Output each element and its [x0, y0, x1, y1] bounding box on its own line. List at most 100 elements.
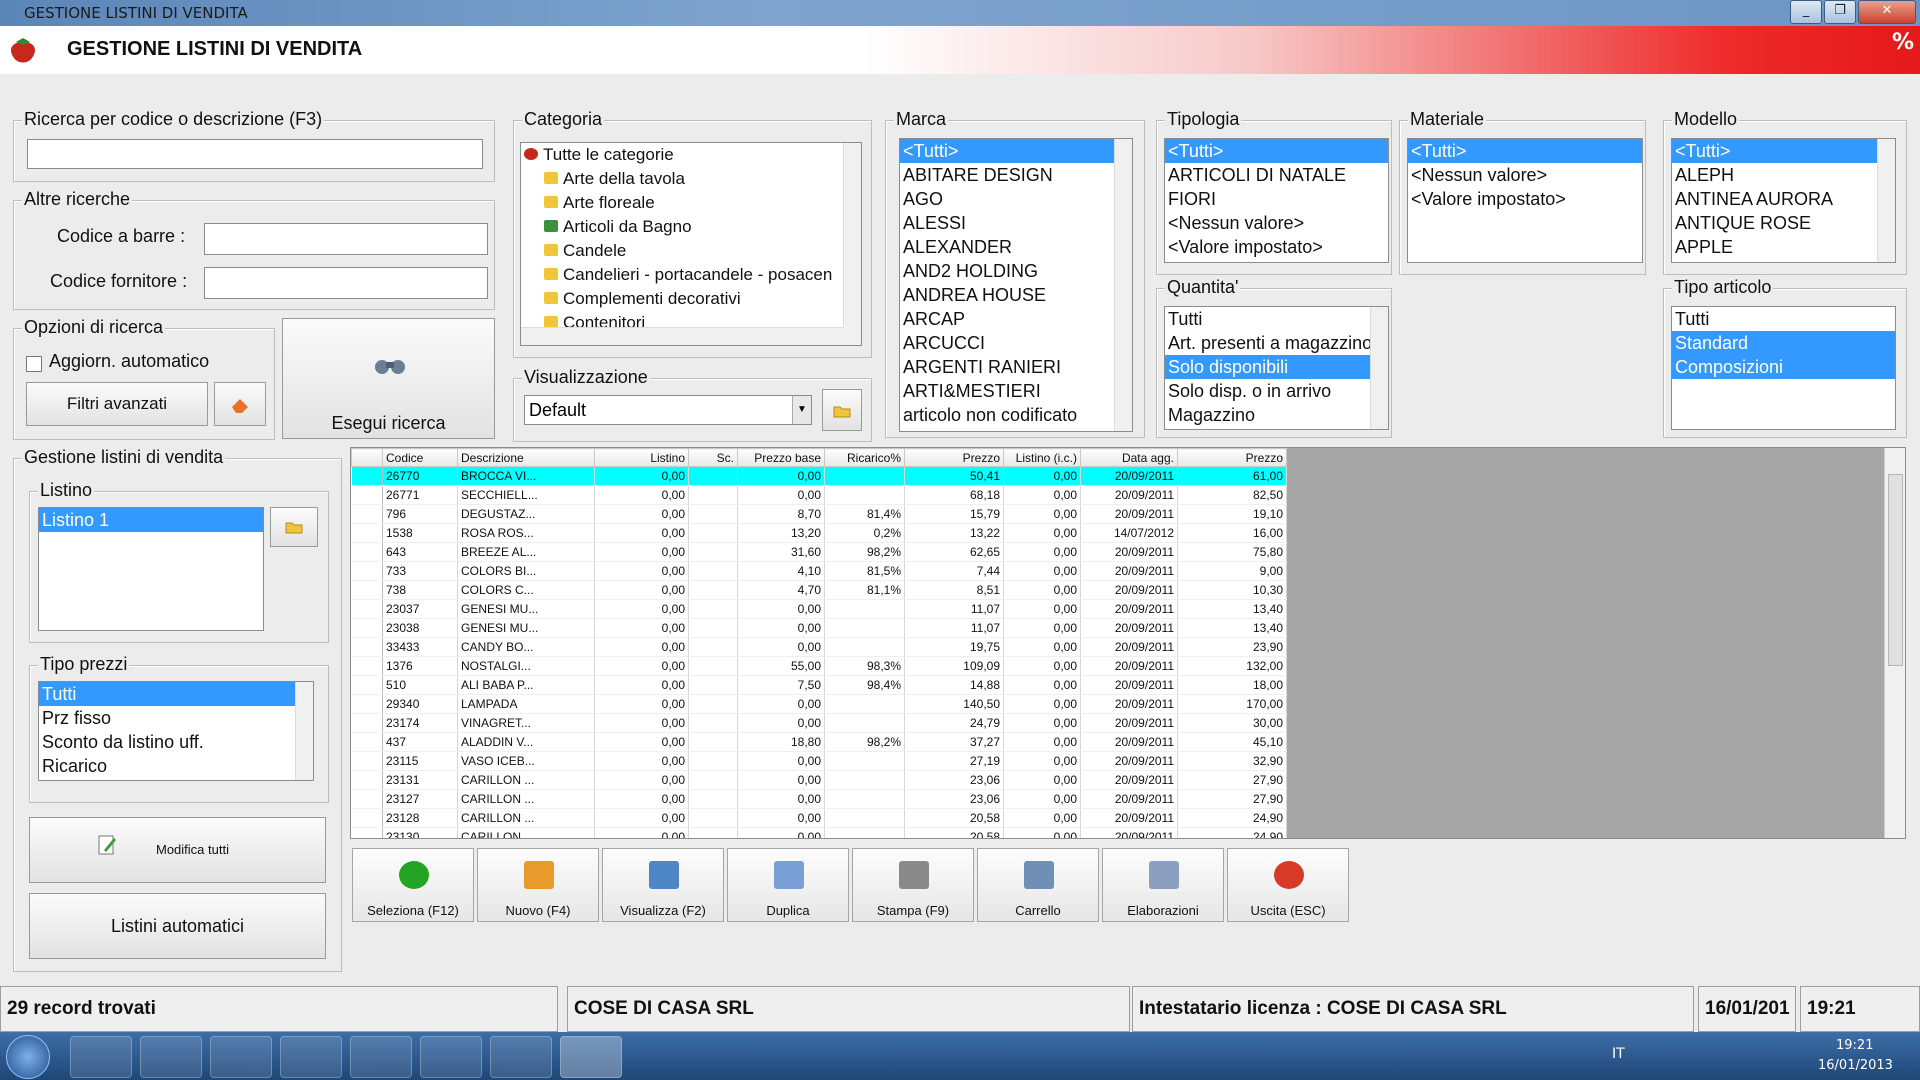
toolbar-button[interactable]: Duplica — [727, 848, 849, 922]
taskbar-app-icon[interactable] — [280, 1036, 342, 1078]
start-orb-icon[interactable] — [6, 1035, 50, 1079]
table-row[interactable]: 33433 CANDY BO... 0,00 0,00 19,75 0,00 20/09/2… — [351, 637, 1287, 657]
toolbar-button[interactable]: Elaborazioni — [1102, 848, 1224, 922]
list-item[interactable]: <Tutti> — [1672, 139, 1895, 163]
table-row[interactable]: 733 COLORS BI... 0,00 4,10 81,5% 7,44 0,00 20/0… — [351, 561, 1287, 581]
list-item[interactable]: Ricarico — [39, 754, 313, 778]
list-item[interactable]: FIORI — [1165, 187, 1388, 211]
list-item[interactable]: <Tutti> — [1165, 139, 1388, 163]
category-item[interactable]: Candele — [521, 239, 861, 263]
list-item[interactable]: ARTICOLI DI NATALE — [1165, 163, 1388, 187]
list-item[interactable]: <Tutti> — [1408, 139, 1642, 163]
table-row[interactable]: 26771 SECCHIELL... 0,00 0,00 68,18 0,00 20/09/… — [351, 485, 1287, 505]
list-item[interactable]: AGO — [900, 187, 1132, 211]
list-item[interactable]: Tutti — [1672, 307, 1895, 331]
quantity-list[interactable]: Tutti Art. presenti a magazzino Solo dispo… — [1164, 306, 1389, 430]
category-tree[interactable]: Tutte le categorie Arte della tavola Arte … — [520, 142, 862, 346]
category-item[interactable]: Arte floreale — [521, 191, 861, 215]
toolbar-button[interactable]: Visualizza (F2) — [602, 848, 724, 922]
grid-column-header[interactable]: Codice — [382, 448, 458, 467]
list-item[interactable]: ANTIQUE ROSE — [1672, 211, 1895, 235]
taskbar-explorer-icon[interactable] — [140, 1036, 202, 1078]
list-item[interactable]: ARCAP — [900, 307, 1132, 331]
list-item[interactable]: ABITARE DESIGN — [900, 163, 1132, 187]
grid-column-header[interactable]: Sc. — [688, 448, 738, 467]
supplier-code-input[interactable] — [204, 267, 488, 299]
run-search-button[interactable]: Esegui ricerca — [282, 318, 495, 439]
table-row[interactable]: 643 BREEZE AL... 0,00 31,60 98,2% 62,65 0,00 20… — [351, 542, 1287, 562]
category-item[interactable]: Articoli da Bagno — [521, 215, 861, 239]
list-item[interactable]: ALEPH — [1672, 163, 1895, 187]
quantity-vscroll[interactable] — [1370, 307, 1388, 429]
table-row[interactable]: 23174 VINAGRET... 0,00 0,00 24,79 0,00 20/09/2… — [351, 713, 1287, 733]
list-item[interactable]: <Valore impostato> — [1165, 235, 1388, 259]
category-root[interactable]: Tutte le categorie — [521, 143, 861, 167]
list-item[interactable]: Tutti — [39, 682, 313, 706]
list-item[interactable]: Standard — [1672, 331, 1895, 355]
list-item[interactable]: <Nessun valore> — [1165, 211, 1388, 235]
list-item[interactable]: Sconto da listino uff. — [39, 730, 313, 754]
brand-vscroll[interactable] — [1114, 139, 1132, 431]
barcode-input[interactable] — [204, 223, 488, 255]
typology-list[interactable]: <Tutti> ARTICOLI DI NATALE FIORI <Nessun va… — [1164, 138, 1389, 263]
category-hscroll[interactable] — [521, 327, 844, 345]
toolbar-button[interactable]: Uscita (ESC) — [1227, 848, 1349, 922]
toolbar-button[interactable]: Stampa (F9) — [852, 848, 974, 922]
table-row[interactable]: 510 ALI BABA P... 0,00 7,50 98,4% 14,88 0,00 20… — [351, 675, 1287, 695]
category-item[interactable]: Complementi decorativi — [521, 287, 861, 311]
taskbar-media-icon[interactable] — [70, 1036, 132, 1078]
table-row[interactable]: 23037 GENESI MU... 0,00 0,00 11,07 0,00 20/09/… — [351, 599, 1287, 619]
price-list-grid[interactable]: Codice Descrizione Listino Sc. Prezzo base Ri… — [350, 447, 1906, 839]
grid-column-header[interactable]: Prezzo — [904, 448, 1004, 467]
toolbar-button[interactable]: Carrello — [977, 848, 1099, 922]
table-row[interactable]: 738 COLORS C... 0,00 4,70 81,1% 8,51 0,00 20/09… — [351, 580, 1287, 600]
grid-column-header[interactable]: Listino (i.c.) — [1003, 448, 1081, 467]
auto-update-checkbox[interactable] — [26, 356, 42, 372]
list-item[interactable]: APPLE — [1672, 235, 1895, 259]
price-type-list[interactable]: Tutti Prz fisso Sconto da listino uff. Rica… — [38, 681, 314, 781]
clear-filters-button[interactable] — [214, 382, 266, 426]
table-row[interactable]: 23115 VASO ICEB... 0,00 0,00 27,19 0,00 20/09/… — [351, 751, 1287, 771]
table-row[interactable]: 796 DEGUSTAZ... 0,00 8,70 81,4% 15,79 0,00 20/0… — [351, 504, 1287, 524]
list-item[interactable]: articolo non codificato — [900, 403, 1132, 427]
taskbar-firefox-icon[interactable] — [210, 1036, 272, 1078]
price-type-vscroll[interactable] — [295, 682, 313, 780]
list-item[interactable]: Art. presenti a magazzino — [1165, 331, 1388, 355]
grid-column-header[interactable]: Prezzo — [1177, 448, 1287, 467]
view-open-button[interactable] — [822, 389, 862, 431]
table-row[interactable]: 23130 CARILLON ... 0,00 0,00 20,58 0,00 20/09/… — [351, 827, 1287, 838]
grid-column-header[interactable]: Prezzo base — [737, 448, 825, 467]
search-input[interactable] — [27, 139, 483, 169]
view-select[interactable]: Default ▼ — [524, 395, 812, 425]
list-item[interactable]: Solo disp. o in arrivo — [1165, 379, 1388, 403]
list-item[interactable]: <Tutti> — [900, 139, 1132, 163]
category-item[interactable]: Candelieri - portacandele - posacen — [521, 263, 861, 287]
grid-column-header[interactable]: Ricarico% — [824, 448, 905, 467]
table-row[interactable]: 23128 CARILLON ... 0,00 0,00 20,58 0,00 20/09/… — [351, 808, 1287, 828]
grid-column-header[interactable]: Listino — [594, 448, 689, 467]
percent-icon[interactable]: % — [1892, 30, 1916, 55]
table-row[interactable]: 23127 CARILLON ... 0,00 0,00 23,06 0,00 20/09/… — [351, 789, 1287, 809]
chevron-down-icon[interactable]: ▼ — [792, 396, 811, 424]
model-list[interactable]: <Tutti> ALEPH ANTINEA AURORA ANTIQUE ROSE AP… — [1671, 138, 1896, 263]
table-row[interactable]: 29340 LAMPADA 0,00 0,00 140,50 0,00 20/09/2011… — [351, 694, 1287, 714]
list-item[interactable]: ANDREA HOUSE — [900, 283, 1132, 307]
auto-price-lists-button[interactable]: Listini automatici — [29, 893, 326, 959]
list-item[interactable]: <Nessun valore> — [1408, 163, 1642, 187]
taskbar-language[interactable]: IT — [1612, 1046, 1625, 1062]
minimize-button[interactable]: _ — [1790, 0, 1822, 24]
item-type-list[interactable]: Tutti Standard Composizioni — [1671, 306, 1896, 430]
list-item[interactable]: ARCUCCI — [900, 331, 1132, 355]
taskbar-chrome-icon[interactable] — [420, 1036, 482, 1078]
taskbar-excel-icon[interactable] — [490, 1036, 552, 1078]
taskbar-clock-date[interactable]: 16/01/2013 — [1818, 1058, 1893, 1073]
grid-column-header[interactable]: Descrizione — [457, 448, 595, 467]
modify-all-button[interactable]: Modifica tutti — [29, 817, 326, 883]
category-vscroll[interactable] — [843, 143, 861, 345]
listino-open-button[interactable] — [270, 507, 318, 547]
list-item[interactable]: ANTINEA AURORA — [1672, 187, 1895, 211]
list-item[interactable]: Composizioni — [1672, 355, 1895, 379]
list-item[interactable]: ALEXANDER — [900, 235, 1132, 259]
toolbar-button[interactable]: Seleziona (F12) — [352, 848, 474, 922]
table-row[interactable]: 1376 NOSTALGI... 0,00 55,00 98,3% 109,09 0,00 2… — [351, 656, 1287, 676]
